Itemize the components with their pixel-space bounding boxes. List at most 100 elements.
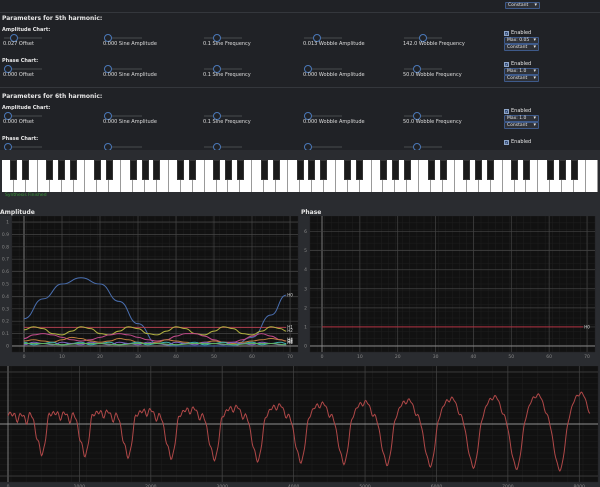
parameter-slider[interactable] [104,143,144,150]
slider-value-label: 0.000 Sine Amplitude [103,41,157,47]
mode-dropdown[interactable]: Constant [504,44,539,51]
black-key[interactable] [570,160,578,180]
parameter-slider[interactable] [404,143,444,150]
black-key[interactable] [70,160,78,180]
black-key[interactable] [296,160,304,180]
amplitude-chart-title: Amplitude [0,209,35,216]
x-tick-label: 70 [584,354,590,358]
enabled-checkbox[interactable]: ✓ Enabled [504,61,531,67]
parameter-slider[interactable] [304,143,344,150]
slider-track[interactable] [404,68,442,70]
black-key[interactable] [105,160,113,180]
black-key[interactable] [93,160,101,180]
y-tick-label: 3 [304,286,307,292]
enabled-checkbox[interactable]: ✓ Enabled [504,30,531,36]
slider-track[interactable] [204,146,242,148]
parameter-slider[interactable] [4,143,44,150]
slider-track[interactable] [204,68,242,70]
black-key[interactable] [177,160,185,180]
slider-knob[interactable] [104,143,112,150]
series-end-label: H7 [287,339,293,344]
slider-value-label: 0.1 Sine Frequency [203,72,251,78]
black-key[interactable] [236,160,244,180]
black-key[interactable] [320,160,328,180]
max-dropdown[interactable]: Max: 1.0 [504,115,539,122]
enabled-label: Enabled [511,30,532,36]
checkmark-icon: ✓ [504,61,509,67]
max-dropdown[interactable]: Max: 0.05 [504,37,539,44]
black-key[interactable] [129,160,137,180]
black-key[interactable] [141,160,149,180]
black-key[interactable] [463,160,471,180]
black-key[interactable] [546,160,554,180]
slider-track[interactable] [404,115,442,117]
y-tick-label: 1 [6,220,9,226]
black-key[interactable] [260,160,268,180]
piano-keyboard[interactable] [2,160,598,192]
x-tick-label: 20 [395,354,401,358]
black-key[interactable] [511,160,519,180]
black-key[interactable] [224,160,232,180]
slider-value-label: 0.013 Wobble Amplitude [303,41,365,47]
enabled-checkbox[interactable]: ✓ Enabled [504,139,531,145]
slider-value-label: 0.000 Wobble Amplitude [303,119,365,125]
slider-track[interactable] [204,37,242,39]
black-key[interactable] [522,160,530,180]
slider-value-label: 50.0 Wobble Frequency [403,72,462,78]
slider-track[interactable] [304,37,342,39]
black-key[interactable] [189,160,197,180]
y-tick-label: 0.7 [2,257,9,263]
black-key[interactable] [427,160,435,180]
black-key[interactable] [439,160,447,180]
slider-value-label: 0.000 Offset [3,119,34,125]
enabled-label: Enabled [511,108,532,114]
black-key[interactable] [403,160,411,180]
black-key[interactable] [475,160,483,180]
status-text: Synthesis Finished [5,193,47,198]
slider-value-label: 142.0 Wobble Frequency [403,41,465,47]
black-key[interactable] [58,160,66,180]
black-key[interactable] [344,160,352,180]
slider-knob[interactable] [304,143,312,150]
mode-dropdown[interactable]: Constant [504,75,539,82]
slider-knob[interactable] [213,143,221,150]
black-key[interactable] [272,160,280,180]
black-key[interactable] [22,160,30,180]
checkmark-icon: ✓ [504,108,509,114]
section-title: Parameters for 5th harmonic: [2,15,103,22]
y-tick-label: 0 [6,344,9,350]
black-key[interactable] [558,160,566,180]
y-tick-label: 0.9 [2,232,9,238]
section-title: Parameters for 6th harmonic: [2,93,103,100]
y-tick-label: 2 [304,305,307,311]
black-key[interactable] [356,160,364,180]
white-key[interactable] [586,160,598,192]
harmonic-parameters-panel[interactable]: Constant Parameters for 5th harmonic: Amp… [0,0,600,150]
x-tick-label: 20 [97,354,103,358]
amplitude-chart: 0 10 20 30 40 50 60 70 0 0.1 0.2 0.3 0.4 0.5 0.6 0.7 0.8… [2,216,299,358]
slider-knob[interactable] [413,143,421,150]
black-key[interactable] [379,160,387,180]
top-mode-dropdown[interactable]: Constant [505,2,540,9]
y-tick-label: 0.2 [2,319,9,325]
black-key[interactable] [10,160,18,180]
x-tick-label: 40 [471,354,477,358]
y-tick-label: 0.4 [2,294,9,300]
black-key[interactable] [153,160,161,180]
black-key[interactable] [46,160,54,180]
slider-track[interactable] [404,146,442,148]
slider-knob[interactable] [4,143,12,150]
mode-dropdown[interactable]: Constant [504,122,539,129]
enabled-checkbox[interactable]: ✓ Enabled [504,108,531,114]
slider-track[interactable] [204,115,242,117]
waveform-chart: 010002000300040005000600070008000-101 [0,366,599,487]
max-dropdown[interactable]: Max: 1.0 [504,68,539,75]
checkmark-icon: ✓ [504,30,509,36]
x-tick-label: 0 [23,354,26,358]
black-key[interactable] [213,160,221,180]
black-key[interactable] [487,160,495,180]
y-tick-label: 0.3 [2,306,9,312]
parameter-slider[interactable] [204,143,244,150]
black-key[interactable] [308,160,316,180]
black-key[interactable] [391,160,399,180]
